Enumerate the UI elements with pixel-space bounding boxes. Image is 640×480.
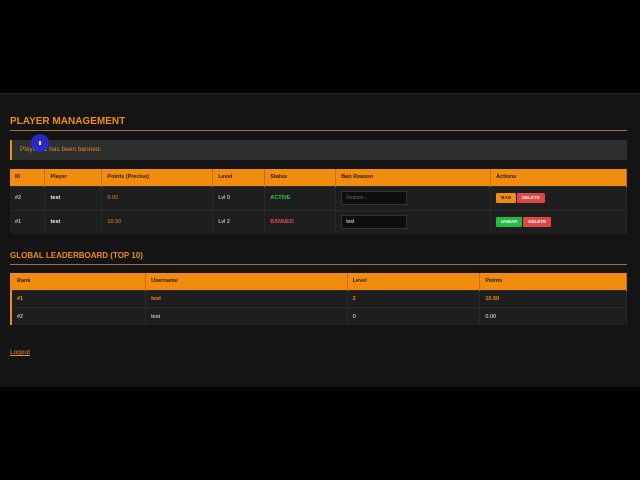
table-row: #2 test 0 0.00 [11,307,627,325]
col-points: Points [479,273,627,290]
unban-button[interactable]: UNBAN [496,217,523,228]
table-header: Rank Username Level Points [11,273,627,290]
col-level: Level [347,273,481,290]
level: 2 [347,289,481,308]
player-level: Lvl 0 [212,185,266,210]
status-badge: ACTIVE [264,185,337,210]
ban-button[interactable]: BAN [496,193,516,203]
col-status: Status [264,169,337,186]
leaderboard-title: GLOBAL LEADERBOARD (TOP 10) [10,251,143,260]
col-points: Points (Precise) [101,169,214,186]
col-player: Player [44,169,103,186]
table-row: #1 test 2 10.50 [11,289,627,308]
ban-reason-input[interactable] [341,191,408,205]
player-points: 10.50 [101,209,214,234]
points: 10.50 [479,289,627,308]
player-id: #2 [10,185,46,210]
player-points: 0.00 [101,185,214,210]
delete-button[interactable]: DELETE [523,217,552,228]
cursor-icon [31,134,49,152]
points: 0.00 [479,307,627,325]
col-id: ID [10,169,46,186]
alert-message: Player #1 has been banned. [10,140,627,160]
logout-link[interactable]: Logout [10,349,30,356]
table-row: #2 test 0.00 Lvl 0 ACTIVE BANDELETE [10,185,627,210]
player-name: test [44,209,103,234]
col-rank: Rank [11,273,147,290]
admin-page: PLAYER MANAGEMENT Player #1 has been ban… [0,93,640,387]
ban-reason-cell [335,185,492,210]
players-table: ID Player Points (Precise) Level Status … [10,169,627,234]
ban-reason-input[interactable] [341,215,408,230]
actions-cell: BAN DELETE [490,185,627,210]
table-row: #1 test 10.50 Lvl 2 BANNED UNBANDELETE [10,209,627,234]
divider [10,130,627,131]
player-id: #1 [10,209,46,234]
level: 0 [347,307,481,325]
divider [10,264,627,265]
leaderboard-table: Rank Username Level Points #1 test 2 10.… [10,273,627,325]
actions-cell: UNBAN DELETE [490,209,627,234]
status-badge: BANNED [264,209,337,234]
delete-button[interactable]: DELETE [516,193,545,203]
player-name: test [44,185,103,210]
col-actions: Actions [490,169,627,186]
col-username: Username [145,273,348,290]
username: test [145,289,348,308]
player-level: Lvl 2 [212,209,266,234]
page-title: PLAYER MANAGEMENT [10,116,126,127]
col-ban-reason: Ban Reason [335,169,492,186]
username: test [145,307,348,325]
rank: #1 [11,289,147,308]
table-header: ID Player Points (Precise) Level Status … [10,169,627,186]
col-level: Level [212,169,266,186]
ban-reason-cell [335,209,492,234]
rank: #2 [11,307,147,325]
